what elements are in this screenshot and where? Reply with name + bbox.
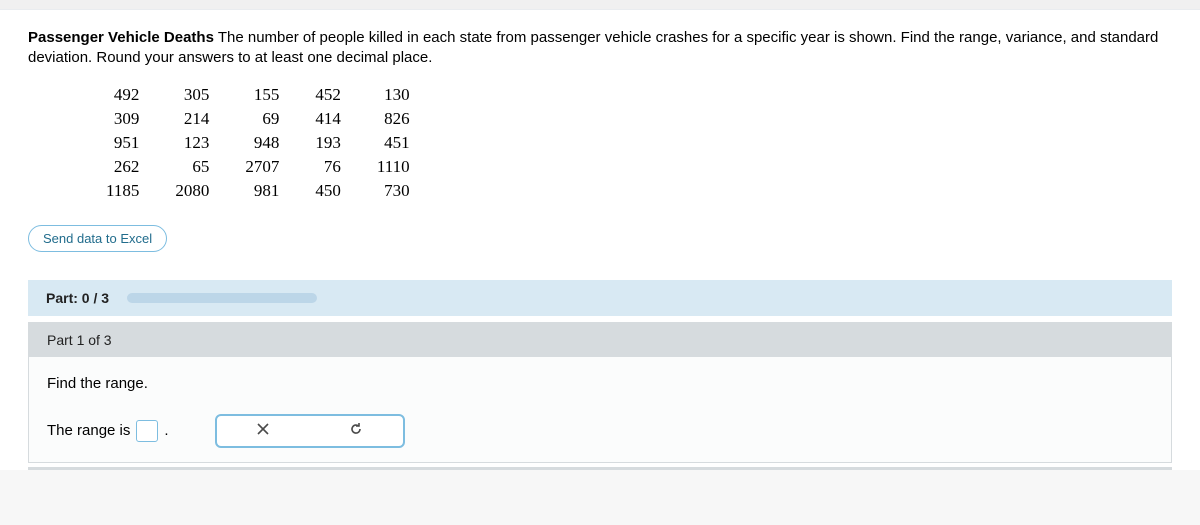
clear-button[interactable] — [249, 419, 277, 443]
reset-icon — [348, 421, 364, 440]
range-input[interactable] — [136, 420, 158, 442]
data-cell: 826 — [359, 107, 428, 131]
data-cell: 130 — [359, 83, 428, 107]
data-cell: 309 — [88, 107, 157, 131]
part-header: Part 1 of 3 — [29, 323, 1171, 357]
data-cell: 414 — [297, 107, 359, 131]
data-cell: 450 — [297, 179, 359, 203]
data-grid: 492 305 155 452 130 309 214 69 414 826 9… — [88, 83, 428, 203]
data-cell: 193 — [297, 131, 359, 155]
table-row: 309 214 69 414 826 — [88, 107, 428, 131]
data-cell: 730 — [359, 179, 428, 203]
table-row: 492 305 155 452 130 — [88, 83, 428, 107]
data-cell: 1110 — [359, 155, 428, 179]
send-to-excel-button[interactable]: Send data to Excel — [28, 225, 167, 252]
prompt-title: Passenger Vehicle Deaths — [28, 29, 214, 46]
reset-button[interactable] — [342, 419, 370, 443]
data-cell: 1185 — [88, 179, 157, 203]
part-panel: Part 1 of 3 Find the range. The range is… — [28, 322, 1172, 463]
data-cell: 155 — [227, 83, 297, 107]
part-question: Find the range. — [47, 375, 1153, 392]
table-row: 262 65 2707 76 1110 — [88, 155, 428, 179]
data-cell: 981 — [227, 179, 297, 203]
answer-suffix: . — [164, 422, 168, 439]
data-cell: 76 — [297, 155, 359, 179]
data-cell: 951 — [88, 131, 157, 155]
progress-track — [127, 293, 317, 303]
data-cell: 305 — [157, 83, 227, 107]
data-cell: 2080 — [157, 179, 227, 203]
data-cell: 452 — [297, 83, 359, 107]
progress-label: Part: 0 / 3 — [46, 290, 109, 306]
data-cell: 451 — [359, 131, 428, 155]
close-icon — [255, 421, 271, 440]
table-row: 1185 2080 981 450 730 — [88, 179, 428, 203]
part-progress-bar: Part: 0 / 3 — [28, 280, 1172, 316]
data-cell: 948 — [227, 131, 297, 155]
input-toolbar — [215, 414, 405, 448]
data-cell: 123 — [157, 131, 227, 155]
data-cell: 2707 — [227, 155, 297, 179]
table-row: 951 123 948 193 451 — [88, 131, 428, 155]
answer-prefix: The range is — [47, 422, 130, 439]
data-cell: 214 — [157, 107, 227, 131]
data-cell: 69 — [227, 107, 297, 131]
data-cell: 492 — [88, 83, 157, 107]
data-cell: 262 — [88, 155, 157, 179]
data-cell: 65 — [157, 155, 227, 179]
problem-prompt: Passenger Vehicle Deaths The number of p… — [28, 28, 1172, 69]
